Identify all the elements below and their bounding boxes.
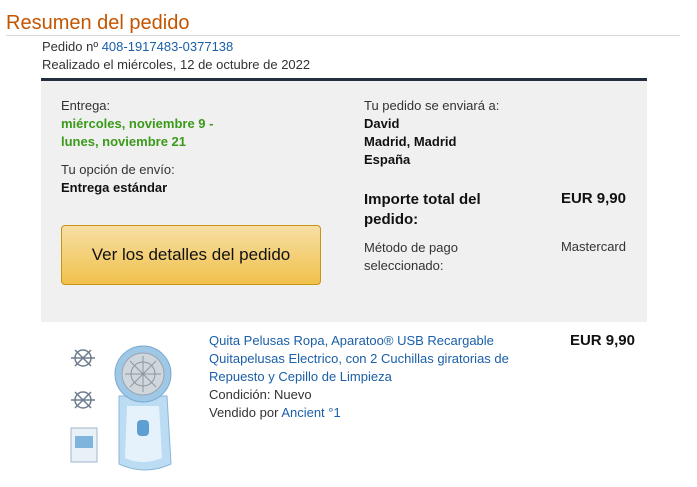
order-total-value: EUR 9,90 bbox=[560, 190, 626, 207]
product-title-link[interactable]: Quita Pelusas Ropa, Aparatoo® USB Recarg… bbox=[209, 332, 539, 386]
page-title: Resumen del pedido bbox=[6, 12, 190, 34]
ship-to-country: España bbox=[364, 152, 411, 167]
delivery-date-start: miércoles, noviembre 9 - bbox=[61, 116, 214, 131]
order-number-link[interactable]: 408-1917483-0377138 bbox=[102, 39, 234, 54]
delivery-date-end: lunes, noviembre 21 bbox=[61, 134, 186, 149]
shipping-option-label: Tu opción de envío: bbox=[61, 162, 175, 177]
product-price: EUR 9,90 bbox=[569, 332, 635, 349]
product-condition: Condición: Nuevo bbox=[209, 387, 312, 402]
seller-label: Vendido por bbox=[209, 405, 279, 420]
shipping-option-value: Entrega estándar bbox=[61, 180, 168, 195]
title-divider bbox=[6, 35, 680, 36]
order-number-label: Pedido nº bbox=[42, 39, 99, 54]
order-number-line: Pedido nº 408-1917483-0377138 bbox=[42, 39, 233, 54]
seller-link[interactable]: Ancient °1 bbox=[281, 405, 340, 420]
delivery-label: Entrega: bbox=[61, 98, 111, 113]
ship-to-city: Madrid, Madrid bbox=[364, 134, 457, 149]
product-image[interactable] bbox=[63, 336, 189, 476]
view-order-details-button[interactable]: Ver los detalles del pedido bbox=[61, 225, 321, 285]
payment-method-value: Mastercard bbox=[560, 239, 626, 254]
payment-method-label: Método de pago seleccionado: bbox=[364, 240, 458, 273]
ship-to-name: David bbox=[364, 116, 400, 131]
order-total-label: Importe total del pedido: bbox=[364, 191, 481, 228]
product-seller: Vendido por Ancient °1 bbox=[209, 405, 341, 420]
order-summary-panel: Entrega: miércoles, noviembre 9 - lunes,… bbox=[41, 78, 647, 322]
ship-to-label: Tu pedido se enviará a: bbox=[364, 98, 500, 113]
order-placed-date: Realizado el miércoles, 12 de octubre de… bbox=[42, 57, 311, 72]
